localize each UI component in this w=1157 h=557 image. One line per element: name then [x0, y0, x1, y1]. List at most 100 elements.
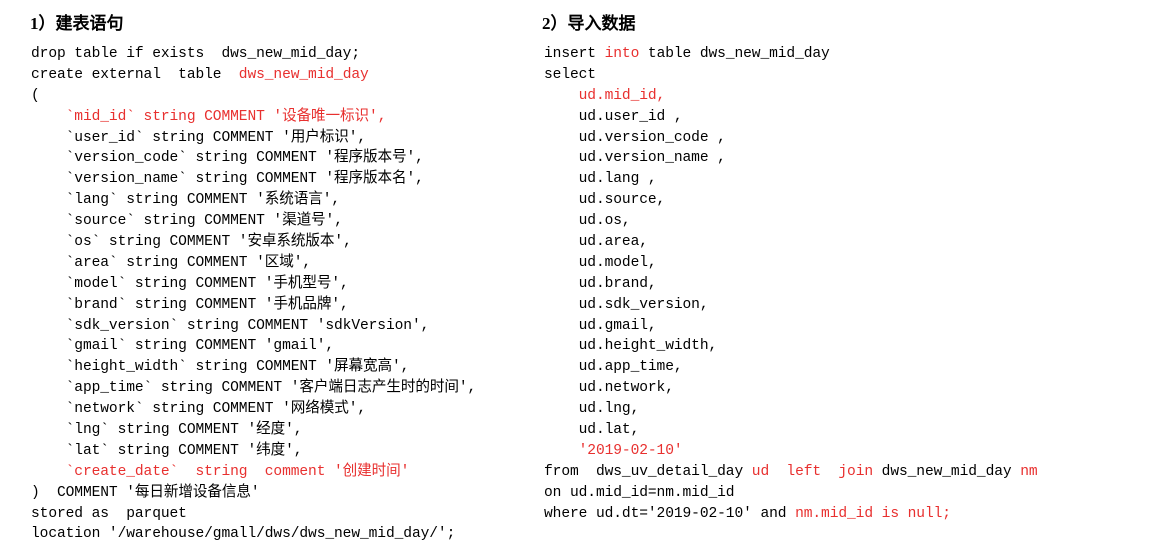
code-token: `lng` string COMMENT '经度',: [31, 422, 303, 439]
code-token: ud.height_width,: [544, 338, 718, 355]
code-token: `height_width` string COMMENT '屏幕宽高',: [31, 359, 410, 376]
code-token: `lat` string COMMENT '纬度',: [31, 442, 303, 459]
code-line: ud.mid_id,: [544, 86, 1157, 107]
code-line: on ud.mid_id=nm.mid_id: [544, 483, 1157, 504]
left-column: 1）建表语句 drop table if exists dws_new_mid_…: [0, 0, 530, 557]
code-token: drop table if exists dws_new_mid_day;: [31, 46, 360, 62]
code-line: `gmail` string COMMENT 'gmail',: [31, 336, 530, 357]
code-token: nm: [1020, 463, 1038, 480]
code-line: `source` string COMMENT '渠道号',: [31, 211, 530, 232]
code-token: `model` string COMMENT '手机型号',: [31, 275, 349, 292]
code-token: into: [604, 46, 640, 62]
code-token: ) COMMENT '每日新增设备信息': [31, 484, 260, 501]
code-token: `create_date` string comment '创建时间': [31, 463, 410, 480]
code-line: `version_code` string COMMENT '程序版本号',: [31, 148, 530, 169]
code-line: (: [31, 86, 530, 107]
code-line: '2019-02-10': [544, 441, 1157, 462]
code-token: ud.user_id ,: [544, 108, 683, 125]
code-line: `model` string COMMENT '手机型号',: [31, 274, 530, 295]
code-token: `brand` string COMMENT '手机品牌',: [31, 296, 349, 313]
code-token: ud.lat,: [544, 422, 640, 439]
code-line: ud.network,: [544, 378, 1157, 399]
code-line: stored as parquet: [31, 504, 530, 525]
code-line: `os` string COMMENT '安卓系统版本',: [31, 232, 530, 253]
code-line: ud.user_id ,: [544, 107, 1157, 128]
code-line: `height_width` string COMMENT '屏幕宽高',: [31, 357, 530, 378]
code-token: ud.version_name ,: [544, 150, 726, 167]
code-token: location '/warehouse/gmall/dws/dws_new_m…: [31, 526, 456, 543]
code-token: ud.area,: [544, 234, 648, 251]
code-token: `lang` string COMMENT '系统语言',: [31, 192, 341, 209]
code-line: location '/warehouse/gmall/dws/dws_new_m…: [31, 524, 530, 545]
code-token: `area` string COMMENT '区域',: [31, 254, 312, 271]
code-block-import-data[interactable]: insert into table dws_new_mid_day select …: [544, 44, 1157, 524]
code-token: dws_new_mid_day: [238, 66, 369, 83]
code-token: ud left join: [751, 463, 874, 480]
section-heading-import-data: 2）导入数据: [542, 14, 636, 33]
code-line: ud.app_time,: [544, 357, 1157, 378]
code-line: `lat` string COMMENT '纬度',: [31, 441, 530, 462]
code-line: ud.brand,: [544, 274, 1157, 295]
code-token: `source` string COMMENT '渠道号',: [31, 213, 343, 230]
code-token: (: [31, 87, 40, 104]
code-token: on ud.mid_id=nm.mid_id: [544, 484, 735, 501]
code-token: select: [544, 66, 596, 83]
code-line: ud.version_code ,: [544, 128, 1157, 149]
code-line: ud.area,: [544, 232, 1157, 253]
code-token: ud.os,: [544, 213, 631, 230]
code-line: ) COMMENT '每日新增设备信息': [31, 483, 530, 504]
code-token: '2019-02-10': [544, 442, 683, 459]
code-token: ud.lang ,: [544, 171, 657, 188]
code-line: ud.os,: [544, 211, 1157, 232]
code-token: ud.app_time,: [544, 359, 683, 376]
code-token: `sdk_version` string COMMENT 'sdkVersion…: [31, 317, 430, 334]
code-token: ud.brand,: [544, 275, 657, 292]
code-line: ud.height_width,: [544, 336, 1157, 357]
code-token: ud.lng,: [544, 401, 640, 418]
code-token: `app_time` string COMMENT '客户端日志产生时的时间',: [31, 380, 477, 397]
code-token: ud.mid_id,: [544, 87, 666, 104]
code-line: `network` string COMMENT '网络模式',: [31, 399, 530, 420]
code-line: ud.gmail,: [544, 316, 1157, 337]
code-token: `os` string COMMENT '安卓系统版本',: [31, 234, 352, 251]
code-token: dws_new_mid_day: [873, 463, 1021, 480]
code-line: drop table if exists dws_new_mid_day;: [31, 44, 530, 65]
code-line: `app_time` string COMMENT '客户端日志产生时的时间',: [31, 378, 530, 399]
code-line: where ud.dt='2019-02-10' and nm.mid_id i…: [544, 504, 1157, 525]
code-token: ud.gmail,: [544, 317, 657, 334]
document-page: 1）建表语句 drop table if exists dws_new_mid_…: [0, 0, 1157, 557]
code-line: ud.model,: [544, 253, 1157, 274]
code-token: `mid_id` string COMMENT '设备唯一标识',: [31, 108, 387, 125]
section-heading-create-table: 1）建表语句: [30, 14, 124, 33]
code-token: insert: [544, 46, 605, 62]
code-token: `gmail` string COMMENT 'gmail',: [31, 338, 335, 355]
code-line: `user_id` string COMMENT '用户标识',: [31, 128, 530, 149]
page-footer-artifact: [880, 540, 1157, 554]
code-line: ud.sdk_version,: [544, 295, 1157, 316]
code-line: `version_name` string COMMENT '程序版本名',: [31, 169, 530, 190]
code-token: `network` string COMMENT '网络模式',: [31, 401, 367, 418]
code-token: stored as parquet: [31, 505, 187, 522]
code-token: `version_name` string COMMENT '程序版本名',: [31, 171, 424, 188]
code-token: `version_code` string COMMENT '程序版本号',: [31, 150, 424, 167]
code-block-create-table[interactable]: drop table if exists dws_new_mid_day;cre…: [31, 44, 530, 545]
code-line: ud.lang ,: [544, 169, 1157, 190]
code-token: ud.network,: [544, 380, 674, 397]
code-token: ud.version_code ,: [544, 129, 726, 146]
code-line: `brand` string COMMENT '手机品牌',: [31, 295, 530, 316]
code-token: ud.model,: [544, 254, 657, 271]
code-token: where ud.dt='2019-02-10' and: [544, 505, 796, 522]
code-line: ud.source,: [544, 190, 1157, 211]
code-token: ud.sdk_version,: [544, 296, 709, 313]
code-line: `area` string COMMENT '区域',: [31, 253, 530, 274]
code-line: `lng` string COMMENT '经度',: [31, 420, 530, 441]
code-token: create external table: [31, 66, 239, 83]
code-token: ud.source,: [544, 192, 666, 209]
code-line: insert into table dws_new_mid_day: [544, 44, 1157, 65]
right-column: 2）导入数据 insert into table dws_new_mid_day…: [530, 0, 1157, 557]
code-line: ud.lng,: [544, 399, 1157, 420]
code-line: create external table dws_new_mid_day: [31, 65, 530, 86]
code-line: ud.version_name ,: [544, 148, 1157, 169]
code-token: from dws_uv_detail_day: [544, 463, 752, 480]
code-line: ud.lat,: [544, 420, 1157, 441]
